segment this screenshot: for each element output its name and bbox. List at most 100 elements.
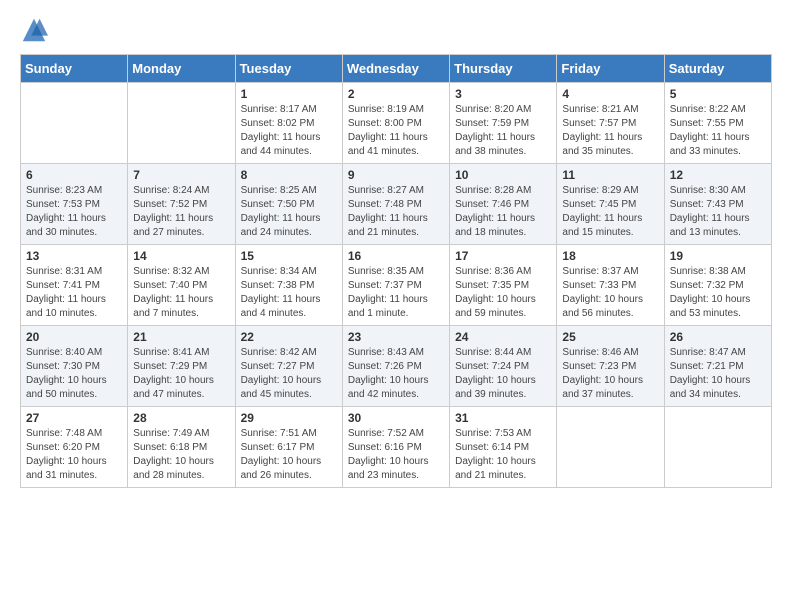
week-row-2: 6 Sunrise: 8:23 AM Sunset: 7:53 PM Daylig… bbox=[21, 164, 772, 245]
day-content: Sunrise: 8:36 AM Sunset: 7:35 PM Dayligh… bbox=[455, 265, 551, 321]
day-number: 31 bbox=[455, 411, 551, 425]
day-content: Sunrise: 8:41 AM Sunset: 7:29 PM Dayligh… bbox=[133, 346, 229, 402]
day-content: Sunrise: 8:23 AM Sunset: 7:53 PM Dayligh… bbox=[26, 184, 122, 240]
day-content: Sunrise: 7:51 AM Sunset: 6:17 PM Dayligh… bbox=[241, 427, 337, 483]
day-content: Sunrise: 8:21 AM Sunset: 7:57 PM Dayligh… bbox=[562, 103, 658, 159]
column-header-tuesday: Tuesday bbox=[235, 55, 342, 83]
day-content: Sunrise: 8:34 AM Sunset: 7:38 PM Dayligh… bbox=[241, 265, 337, 321]
calendar-cell: 3 Sunrise: 8:20 AM Sunset: 7:59 PM Daylig… bbox=[450, 83, 557, 164]
calendar-cell: 14 Sunrise: 8:32 AM Sunset: 7:40 PM Dayli… bbox=[128, 245, 235, 326]
day-number: 27 bbox=[26, 411, 122, 425]
day-content: Sunrise: 8:46 AM Sunset: 7:23 PM Dayligh… bbox=[562, 346, 658, 402]
day-number: 22 bbox=[241, 330, 337, 344]
week-row-4: 20 Sunrise: 8:40 AM Sunset: 7:30 PM Dayli… bbox=[21, 326, 772, 407]
day-content: Sunrise: 8:43 AM Sunset: 7:26 PM Dayligh… bbox=[348, 346, 444, 402]
column-header-sunday: Sunday bbox=[21, 55, 128, 83]
day-content: Sunrise: 8:37 AM Sunset: 7:33 PM Dayligh… bbox=[562, 265, 658, 321]
day-number: 25 bbox=[562, 330, 658, 344]
calendar-cell: 10 Sunrise: 8:28 AM Sunset: 7:46 PM Dayli… bbox=[450, 164, 557, 245]
day-number: 20 bbox=[26, 330, 122, 344]
calendar-table: SundayMondayTuesdayWednesdayThursdayFrid… bbox=[20, 54, 772, 488]
day-number: 5 bbox=[670, 87, 766, 101]
day-number: 30 bbox=[348, 411, 444, 425]
day-number: 26 bbox=[670, 330, 766, 344]
day-number: 9 bbox=[348, 168, 444, 182]
day-content: Sunrise: 8:40 AM Sunset: 7:30 PM Dayligh… bbox=[26, 346, 122, 402]
day-content: Sunrise: 7:48 AM Sunset: 6:20 PM Dayligh… bbox=[26, 427, 122, 483]
calendar-cell: 8 Sunrise: 8:25 AM Sunset: 7:50 PM Daylig… bbox=[235, 164, 342, 245]
day-content: Sunrise: 8:19 AM Sunset: 8:00 PM Dayligh… bbox=[348, 103, 444, 159]
day-number: 15 bbox=[241, 249, 337, 263]
day-number: 24 bbox=[455, 330, 551, 344]
day-content: Sunrise: 8:30 AM Sunset: 7:43 PM Dayligh… bbox=[670, 184, 766, 240]
calendar-cell bbox=[128, 83, 235, 164]
day-content: Sunrise: 8:20 AM Sunset: 7:59 PM Dayligh… bbox=[455, 103, 551, 159]
day-content: Sunrise: 7:53 AM Sunset: 6:14 PM Dayligh… bbox=[455, 427, 551, 483]
calendar-cell: 1 Sunrise: 8:17 AM Sunset: 8:02 PM Daylig… bbox=[235, 83, 342, 164]
calendar-cell: 26Sunrise: 8:47 AM Sunset: 7:21 PM Dayli… bbox=[664, 326, 771, 407]
calendar-cell: 19Sunrise: 8:38 AM Sunset: 7:32 PM Dayli… bbox=[664, 245, 771, 326]
day-number: 28 bbox=[133, 411, 229, 425]
header-row: SundayMondayTuesdayWednesdayThursdayFrid… bbox=[21, 55, 772, 83]
day-number: 14 bbox=[133, 249, 229, 263]
day-number: 3 bbox=[455, 87, 551, 101]
column-header-wednesday: Wednesday bbox=[342, 55, 449, 83]
calendar-cell: 24 Sunrise: 8:44 AM Sunset: 7:24 PM Dayli… bbox=[450, 326, 557, 407]
column-header-friday: Friday bbox=[557, 55, 664, 83]
column-header-thursday: Thursday bbox=[450, 55, 557, 83]
day-content: Sunrise: 8:25 AM Sunset: 7:50 PM Dayligh… bbox=[241, 184, 337, 240]
day-content: Sunrise: 8:29 AM Sunset: 7:45 PM Dayligh… bbox=[562, 184, 658, 240]
calendar-cell: 31 Sunrise: 7:53 AM Sunset: 6:14 PM Dayli… bbox=[450, 407, 557, 488]
day-content: Sunrise: 8:27 AM Sunset: 7:48 PM Dayligh… bbox=[348, 184, 444, 240]
day-number: 23 bbox=[348, 330, 444, 344]
page: SundayMondayTuesdayWednesdayThursdayFrid… bbox=[0, 0, 792, 504]
day-content: Sunrise: 8:42 AM Sunset: 7:27 PM Dayligh… bbox=[241, 346, 337, 402]
calendar-cell: 2Sunrise: 8:19 AM Sunset: 8:00 PM Daylig… bbox=[342, 83, 449, 164]
day-content: Sunrise: 7:49 AM Sunset: 6:18 PM Dayligh… bbox=[133, 427, 229, 483]
day-number: 6 bbox=[26, 168, 122, 182]
calendar-cell bbox=[664, 407, 771, 488]
day-number: 13 bbox=[26, 249, 122, 263]
day-content: Sunrise: 8:17 AM Sunset: 8:02 PM Dayligh… bbox=[241, 103, 337, 159]
calendar-body: 1 Sunrise: 8:17 AM Sunset: 8:02 PM Daylig… bbox=[21, 83, 772, 488]
day-number: 8 bbox=[241, 168, 337, 182]
calendar-cell: 15 Sunrise: 8:34 AM Sunset: 7:38 PM Dayli… bbox=[235, 245, 342, 326]
day-content: Sunrise: 8:28 AM Sunset: 7:46 PM Dayligh… bbox=[455, 184, 551, 240]
calendar-cell: 28 Sunrise: 7:49 AM Sunset: 6:18 PM Dayli… bbox=[128, 407, 235, 488]
week-row-3: 13 Sunrise: 8:31 AM Sunset: 7:41 PM Dayli… bbox=[21, 245, 772, 326]
day-number: 11 bbox=[562, 168, 658, 182]
header bbox=[20, 16, 772, 44]
calendar-cell: 7 Sunrise: 8:24 AM Sunset: 7:52 PM Daylig… bbox=[128, 164, 235, 245]
day-content: Sunrise: 7:52 AM Sunset: 6:16 PM Dayligh… bbox=[348, 427, 444, 483]
day-number: 12 bbox=[670, 168, 766, 182]
logo bbox=[20, 16, 52, 44]
day-content: Sunrise: 8:35 AM Sunset: 7:37 PM Dayligh… bbox=[348, 265, 444, 321]
calendar-cell: 17 Sunrise: 8:36 AM Sunset: 7:35 PM Dayli… bbox=[450, 245, 557, 326]
calendar-cell: 11 Sunrise: 8:29 AM Sunset: 7:45 PM Dayli… bbox=[557, 164, 664, 245]
calendar-cell: 27 Sunrise: 7:48 AM Sunset: 6:20 PM Dayli… bbox=[21, 407, 128, 488]
calendar-cell bbox=[557, 407, 664, 488]
day-content: Sunrise: 8:44 AM Sunset: 7:24 PM Dayligh… bbox=[455, 346, 551, 402]
calendar-cell: 18 Sunrise: 8:37 AM Sunset: 7:33 PM Dayli… bbox=[557, 245, 664, 326]
calendar-cell: 4Sunrise: 8:21 AM Sunset: 7:57 PM Daylig… bbox=[557, 83, 664, 164]
day-number: 10 bbox=[455, 168, 551, 182]
day-number: 19 bbox=[670, 249, 766, 263]
day-content: Sunrise: 8:24 AM Sunset: 7:52 PM Dayligh… bbox=[133, 184, 229, 240]
day-number: 17 bbox=[455, 249, 551, 263]
calendar-cell: 13 Sunrise: 8:31 AM Sunset: 7:41 PM Dayli… bbox=[21, 245, 128, 326]
calendar-cell: 21 Sunrise: 8:41 AM Sunset: 7:29 PM Dayli… bbox=[128, 326, 235, 407]
calendar-cell bbox=[21, 83, 128, 164]
calendar-cell: 6 Sunrise: 8:23 AM Sunset: 7:53 PM Daylig… bbox=[21, 164, 128, 245]
day-number: 21 bbox=[133, 330, 229, 344]
day-content: Sunrise: 8:31 AM Sunset: 7:41 PM Dayligh… bbox=[26, 265, 122, 321]
day-number: 1 bbox=[241, 87, 337, 101]
calendar-cell: 30 Sunrise: 7:52 AM Sunset: 6:16 PM Dayli… bbox=[342, 407, 449, 488]
day-content: Sunrise: 8:32 AM Sunset: 7:40 PM Dayligh… bbox=[133, 265, 229, 321]
day-number: 18 bbox=[562, 249, 658, 263]
day-number: 29 bbox=[241, 411, 337, 425]
calendar-header: SundayMondayTuesdayWednesdayThursdayFrid… bbox=[21, 55, 772, 83]
column-header-monday: Monday bbox=[128, 55, 235, 83]
day-number: 7 bbox=[133, 168, 229, 182]
logo-icon bbox=[20, 16, 48, 44]
calendar-cell: 16Sunrise: 8:35 AM Sunset: 7:37 PM Dayli… bbox=[342, 245, 449, 326]
